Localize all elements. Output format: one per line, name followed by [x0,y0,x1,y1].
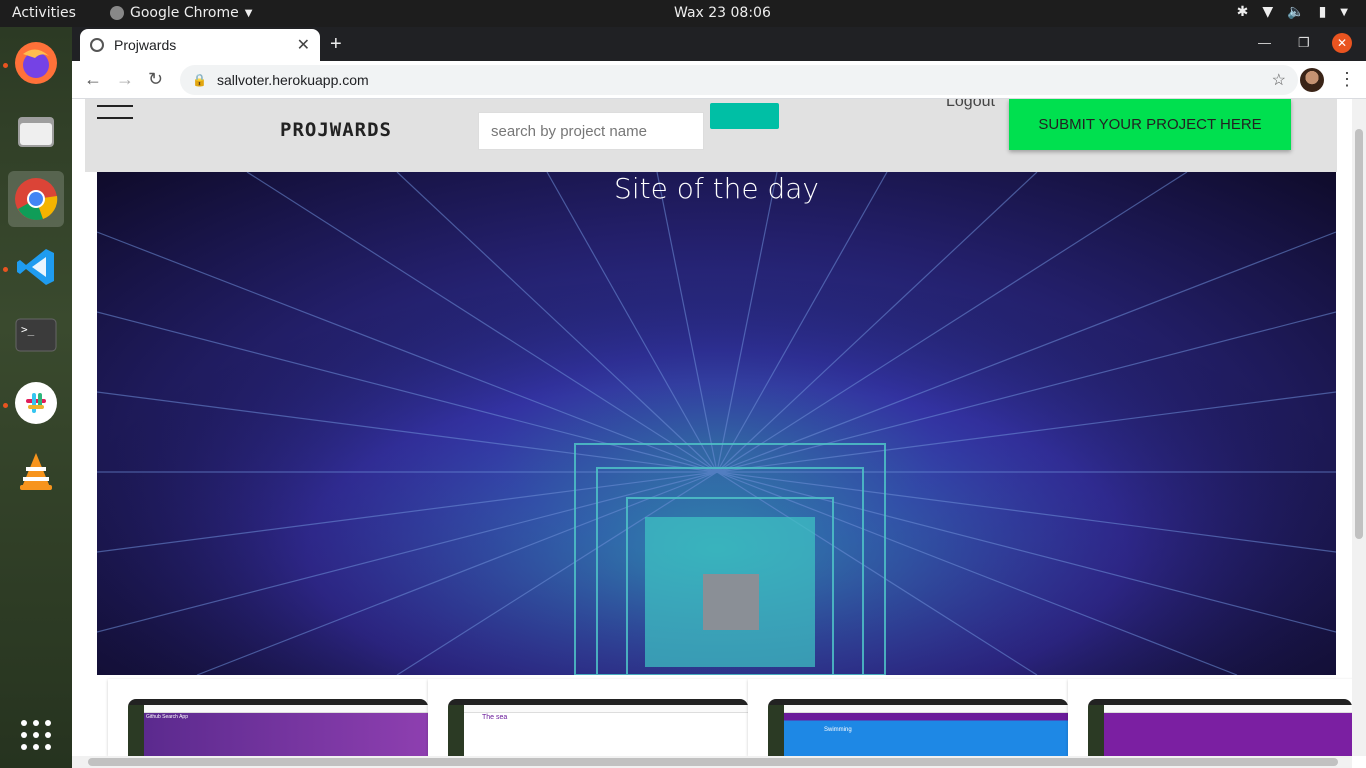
site-header: PROJWARDS Logout SUBMIT YOUR PROJECT HER… [72,99,1352,172]
vertical-scrollbar[interactable] [1352,99,1366,756]
minimize-icon[interactable]: — [1258,35,1271,50]
profile-avatar[interactable] [1300,68,1324,92]
page-viewport: PROJWARDS Logout SUBMIT YOUR PROJECT HER… [72,99,1352,756]
address-bar[interactable]: 🔒 sallvoter.herokuapp.com ☆ [180,65,1298,95]
browser-tab[interactable]: Projwards ✕ [80,29,320,61]
chevron-down-icon: ▼ [244,7,253,19]
project-card[interactable]: Swimming [748,679,1068,756]
tab-strip: Projwards ✕ + — ❐ ✕ [72,27,1366,61]
maximize-icon[interactable]: ❐ [1298,35,1310,51]
lock-icon: 🔒 [192,73,207,87]
project-screenshot: Github Search App [128,699,428,756]
project-screenshot: The sea [448,699,748,756]
project-screenshot: Swimming [768,699,1068,756]
chevron-down-icon: ▼ [1340,6,1348,18]
app-menu-label: Google Chrome [130,5,239,21]
horizontal-scrollbar[interactable] [72,756,1352,768]
hero-banner: Site of the day [97,172,1336,675]
project-card[interactable]: The sea [428,679,748,756]
activities-button[interactable]: Activities [12,5,76,21]
card-snippet: The sea [482,714,508,721]
wifi-icon: ▼ [1262,4,1274,20]
app-menu[interactable]: Google Chrome ▼ [110,5,252,21]
browser-toolbar: ← → ↻ 🔒 sallvoter.herokuapp.com ☆ ⋮ [72,61,1366,99]
url-text: sallvoter.herokuapp.com [216,72,369,88]
dock: >_ [0,27,72,768]
brand-logo[interactable]: PROJWARDS [280,119,392,141]
search-button[interactable] [710,103,779,129]
bookmark-star-icon[interactable]: ☆ [1272,70,1286,90]
app-grid-icon[interactable] [8,707,64,763]
svg-text:>_: >_ [21,323,35,336]
slack-tray-icon: ✱ [1236,4,1249,20]
card-snippet: Swimming [824,727,852,733]
slack-icon[interactable] [8,375,64,431]
close-tab-icon[interactable]: ✕ [297,35,310,55]
card-snippet: Github Search App [146,714,188,720]
system-top-bar: Activities Google Chrome ▼ Wax 23 08:06 … [0,0,1366,27]
vscode-icon[interactable] [8,239,64,295]
browser-window: Projwards ✕ + — ❐ ✕ ← → ↻ 🔒 sallvoter.he… [72,27,1366,768]
battery-icon: ▮ [1318,4,1327,20]
window-close-icon[interactable]: ✕ [1332,33,1352,53]
hamburger-menu-icon[interactable] [97,105,133,119]
globe-icon [90,38,104,52]
hero-title: Site of the day [614,172,819,205]
reload-icon[interactable]: ↻ [148,69,163,90]
files-icon[interactable] [8,103,64,159]
terminal-icon[interactable]: >_ [8,307,64,363]
project-card[interactable]: Github Search App [108,679,428,756]
forward-arrow-icon[interactable]: → [116,69,134,90]
tab-title: Projwards [114,37,177,53]
logout-link[interactable]: Logout [946,99,995,111]
project-screenshot [1088,699,1352,756]
submit-project-button[interactable]: SUBMIT YOUR PROJECT HERE [1009,99,1291,150]
back-arrow-icon[interactable]: ← [84,69,102,90]
chrome-icon[interactable] [8,171,64,227]
system-tray[interactable]: ✱ ▼ 🔈 ▮ ▼ [1237,4,1348,20]
circuit-background-image [97,172,1336,675]
project-cards-row: Github Search App The sea Swimming [72,675,1352,756]
new-tab-icon[interactable]: + [330,33,342,56]
chrome-small-icon [110,6,124,20]
search-input[interactable] [478,112,704,150]
vlc-icon[interactable] [8,443,64,499]
more-menu-icon[interactable]: ⋮ [1338,69,1356,90]
volume-icon: 🔈 [1287,4,1305,20]
clock[interactable]: Wax 23 08:06 [674,5,771,21]
firefox-icon[interactable] [8,35,64,91]
project-card[interactable] [1068,679,1352,756]
